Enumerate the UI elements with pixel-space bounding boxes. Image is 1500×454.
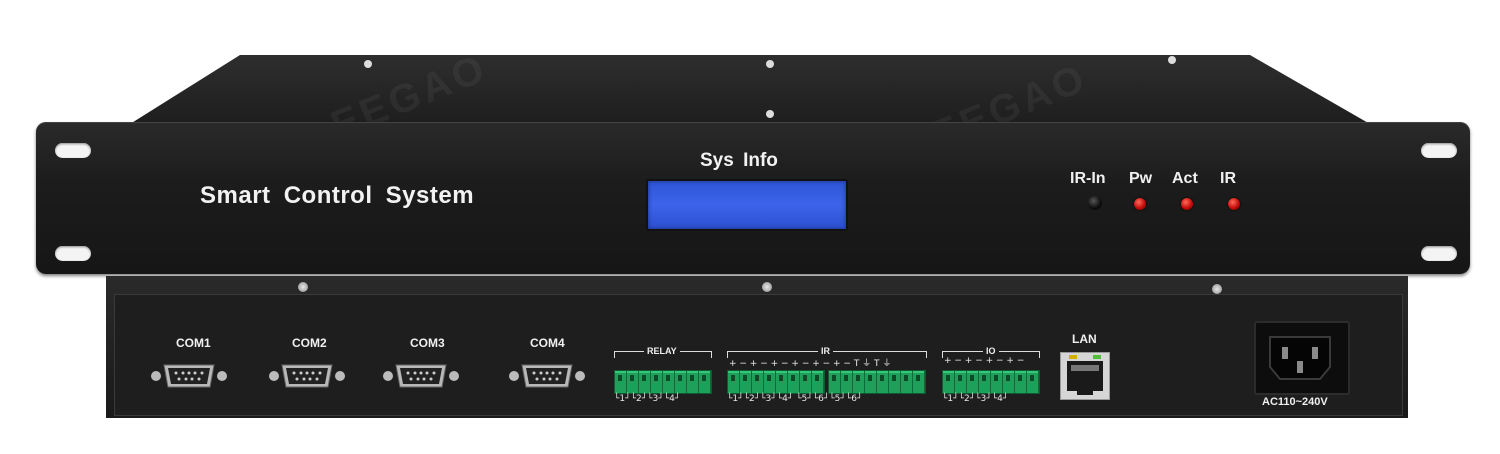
display-label: Sys Info <box>700 150 778 171</box>
io-terminal-block <box>942 370 1040 394</box>
ir-polarity-labels: + − + − + − + − + − + − T ⏚ T ⏚ <box>729 359 892 369</box>
ir-terminal-block-b <box>828 370 926 394</box>
io-pin-labels: └1┘└2┘└3┘└4┘ <box>942 394 1009 404</box>
ir-receiver-icon <box>1088 196 1102 210</box>
io-polarity-labels: + − + − + − + − <box>944 356 1025 366</box>
com3-port-icon <box>383 364 459 388</box>
lcd-display <box>646 179 848 231</box>
brand-label: Smart Control System <box>200 182 475 209</box>
ir-led-icon <box>1228 198 1240 210</box>
rack-mount-slot <box>55 246 91 261</box>
com3-label: COM3 <box>410 336 445 350</box>
screw-icon <box>298 282 308 292</box>
relay-pin-labels: └1┘└2┘└3┘└4┘ <box>614 394 681 404</box>
lan-port-icon <box>1060 352 1110 400</box>
ir-label: IR <box>818 346 833 356</box>
indicator-label-act: Act <box>1172 170 1198 187</box>
relay-label: RELAY <box>644 346 680 356</box>
io-label: IO <box>983 346 999 356</box>
indicator-label-ir: IR <box>1220 170 1236 187</box>
ir-pin-labels: └1┘└2┘└3┘└4┘ └5┘└6┘└5┘└6┘ <box>727 394 863 404</box>
power-rating-label: AC110~240V <box>1262 396 1328 408</box>
lan-label: LAN <box>1072 332 1097 346</box>
ir-terminal-block-a <box>727 370 825 394</box>
com4-label: COM4 <box>530 336 565 350</box>
rack-mount-slot <box>1421 143 1457 158</box>
rack-mount-slot <box>1421 246 1457 261</box>
com2-label: COM2 <box>292 336 327 350</box>
screw-icon <box>762 282 772 292</box>
power-led-icon <box>1134 198 1146 210</box>
com4-port-icon <box>509 364 585 388</box>
indicator-label-pw: Pw <box>1129 170 1153 187</box>
rack-mount-slot <box>55 143 91 158</box>
relay-terminal-block <box>614 370 712 394</box>
indicator-label-ir-in: IR-In <box>1070 170 1106 187</box>
com1-port-icon <box>151 364 227 388</box>
screw-icon <box>1212 284 1222 294</box>
power-inlet-icon <box>1254 321 1350 395</box>
com1-label: COM1 <box>176 336 211 350</box>
activity-led-icon <box>1181 198 1193 210</box>
com2-port-icon <box>269 364 345 388</box>
